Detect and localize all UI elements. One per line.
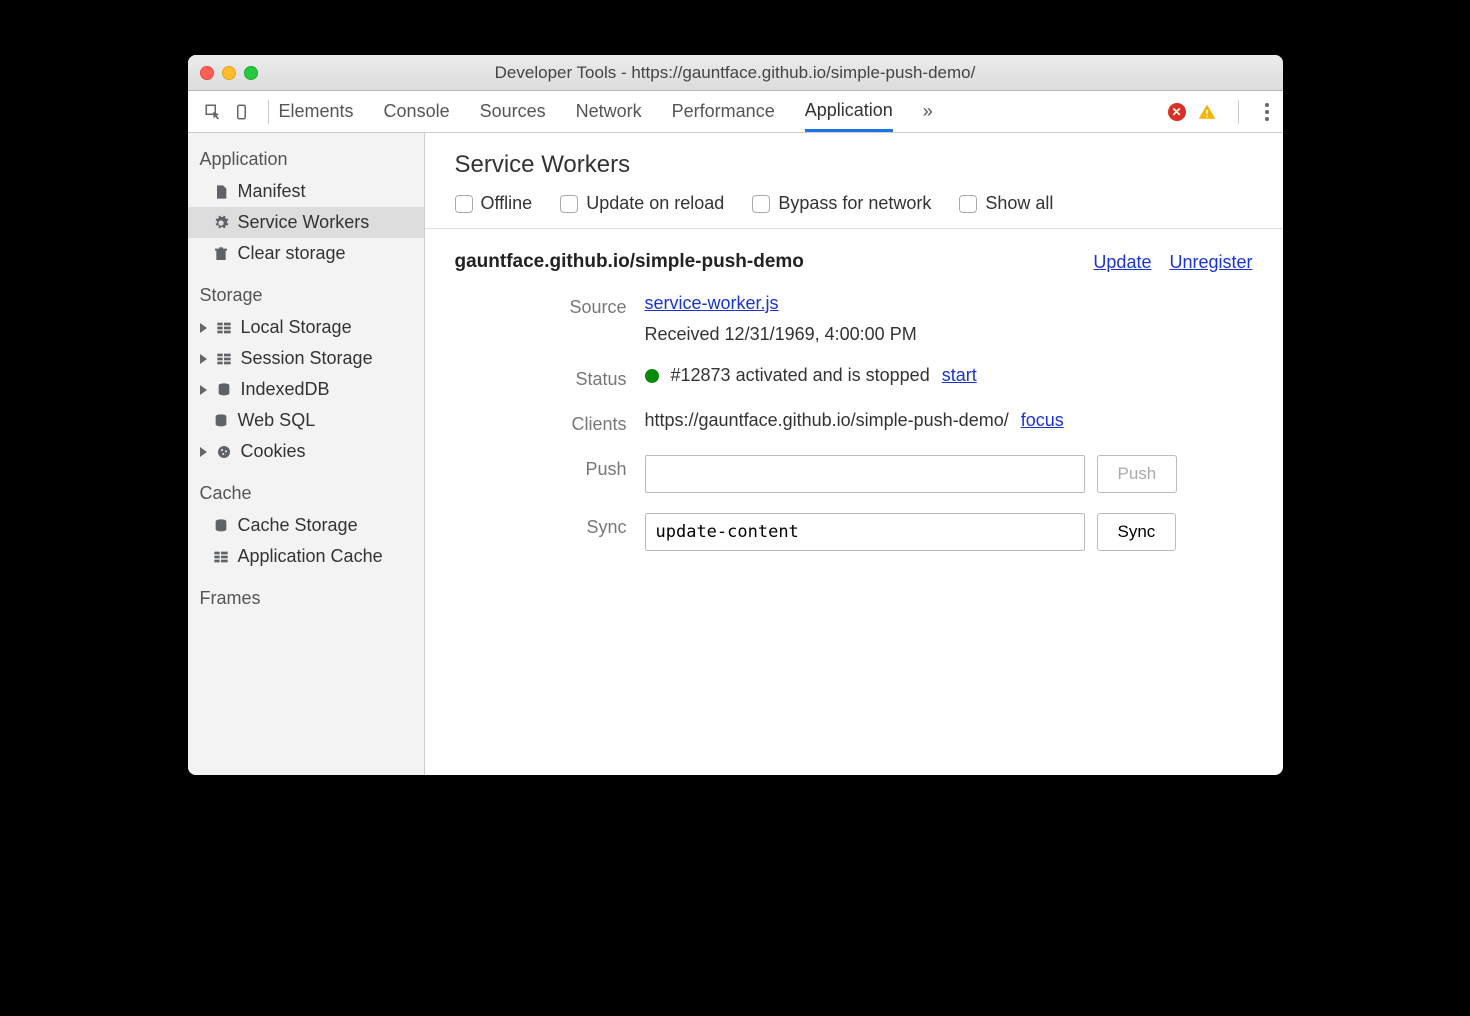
menu-icon[interactable] (1261, 99, 1273, 125)
checkbox-input[interactable] (752, 195, 770, 213)
tab-sources[interactable]: Sources (480, 91, 546, 132)
sidebar-item-label: Cache Storage (238, 515, 358, 536)
sidebar-header-application: Application (188, 143, 424, 176)
checkbox-show-all[interactable]: Show all (959, 193, 1053, 214)
source-file-link[interactable]: service-worker.js (645, 293, 1253, 314)
error-badge-icon[interactable]: ✕ (1168, 103, 1186, 121)
inspect-icon[interactable] (198, 97, 228, 127)
focus-link[interactable]: focus (1021, 410, 1064, 431)
checkbox-input[interactable] (455, 195, 473, 213)
separator (1238, 100, 1239, 124)
caret-icon (200, 354, 207, 364)
label-clients: Clients (455, 410, 645, 435)
sidebar-item-local-storage[interactable]: Local Storage (188, 312, 424, 343)
traffic-lights (200, 66, 258, 80)
zoom-icon[interactable] (244, 66, 258, 80)
minimize-icon[interactable] (222, 66, 236, 80)
caret-icon (200, 323, 207, 333)
panel-tabs: Elements Console Sources Network Perform… (279, 91, 933, 132)
checkbox-label: Offline (481, 193, 533, 214)
push-button[interactable]: Push (1097, 455, 1178, 493)
checkbox-input[interactable] (959, 195, 977, 213)
checkbox-update-on-reload[interactable]: Update on reload (560, 193, 724, 214)
tabs-overflow[interactable]: » (923, 91, 933, 132)
sync-input[interactable] (645, 513, 1085, 551)
push-input[interactable] (645, 455, 1085, 493)
service-worker-block: gauntface.github.io/simple-push-demo Upd… (425, 229, 1283, 593)
checkbox-label: Show all (985, 193, 1053, 214)
sidebar-item-cookies[interactable]: Cookies (188, 436, 424, 467)
toolbar: Elements Console Sources Network Perform… (188, 91, 1283, 133)
tab-console[interactable]: Console (384, 91, 450, 132)
update-link[interactable]: Update (1093, 252, 1151, 273)
devtools-window: Developer Tools - https://gauntface.gith… (188, 55, 1283, 775)
tab-performance[interactable]: Performance (672, 91, 775, 132)
window-title: Developer Tools - https://gauntface.gith… (188, 63, 1283, 83)
source-received: Received 12/31/1969, 4:00:00 PM (645, 324, 1253, 345)
separator (268, 100, 269, 124)
sidebar-item-websql[interactable]: Web SQL (188, 405, 424, 436)
database-icon (212, 412, 230, 430)
label-status: Status (455, 365, 645, 390)
sidebar-header-cache: Cache (188, 477, 424, 510)
sidebar-item-label: Local Storage (241, 317, 352, 338)
start-link[interactable]: start (942, 365, 977, 386)
titlebar: Developer Tools - https://gauntface.gith… (188, 55, 1283, 91)
tab-elements[interactable]: Elements (279, 91, 354, 132)
checkbox-label: Bypass for network (778, 193, 931, 214)
sidebar-item-label: Web SQL (238, 410, 316, 431)
unregister-link[interactable]: Unregister (1169, 252, 1252, 273)
status-text: #12873 activated and is stopped (671, 365, 930, 386)
sidebar-item-service-workers[interactable]: Service Workers (188, 207, 424, 238)
client-url: https://gauntface.github.io/simple-push-… (645, 410, 1009, 431)
caret-icon (200, 385, 207, 395)
sidebar-item-cache-storage[interactable]: Cache Storage (188, 510, 424, 541)
caret-icon (200, 447, 207, 457)
sidebar-item-label: Clear storage (238, 243, 346, 264)
sidebar-item-label: Cookies (241, 441, 306, 462)
file-icon (212, 183, 230, 201)
sidebar-item-indexeddb[interactable]: IndexedDB (188, 374, 424, 405)
sidebar-item-label: Service Workers (238, 212, 370, 233)
sidebar-item-label: Session Storage (241, 348, 373, 369)
tab-network[interactable]: Network (576, 91, 642, 132)
gear-icon (212, 214, 230, 232)
sidebar: Application Manifest Service Workers Cle… (188, 133, 425, 775)
checkbox-bypass[interactable]: Bypass for network (752, 193, 931, 214)
sidebar-item-session-storage[interactable]: Session Storage (188, 343, 424, 374)
checkbox-input[interactable] (560, 195, 578, 213)
label-push: Push (455, 455, 645, 480)
database-icon (215, 381, 233, 399)
sidebar-item-label: Manifest (238, 181, 306, 202)
sw-origin: gauntface.github.io/simple-push-demo (455, 251, 804, 273)
trash-icon (212, 245, 230, 263)
grid-icon (212, 548, 230, 566)
main-panel: Service Workers Offline Update on reload… (425, 133, 1283, 775)
sidebar-item-application-cache[interactable]: Application Cache (188, 541, 424, 572)
status-dot-icon (645, 369, 659, 383)
device-icon[interactable] (228, 97, 258, 127)
checkbox-label: Update on reload (586, 193, 724, 214)
tab-application[interactable]: Application (805, 91, 893, 132)
sidebar-item-manifest[interactable]: Manifest (188, 176, 424, 207)
close-icon[interactable] (200, 66, 214, 80)
database-icon (212, 517, 230, 535)
sidebar-item-clear-storage[interactable]: Clear storage (188, 238, 424, 269)
sidebar-item-label: Application Cache (238, 546, 383, 567)
page-title: Service Workers (455, 151, 1253, 179)
panel-body: Application Manifest Service Workers Cle… (188, 133, 1283, 775)
warning-badge-icon[interactable] (1198, 103, 1216, 121)
label-sync: Sync (455, 513, 645, 538)
sidebar-header-frames: Frames (188, 582, 424, 615)
cookie-icon (215, 443, 233, 461)
sync-button[interactable]: Sync (1097, 513, 1177, 551)
grid-icon (215, 319, 233, 337)
sidebar-header-storage: Storage (188, 279, 424, 312)
grid-icon (215, 350, 233, 368)
checkbox-offline[interactable]: Offline (455, 193, 533, 214)
sidebar-item-label: IndexedDB (241, 379, 330, 400)
label-source: Source (455, 293, 645, 318)
